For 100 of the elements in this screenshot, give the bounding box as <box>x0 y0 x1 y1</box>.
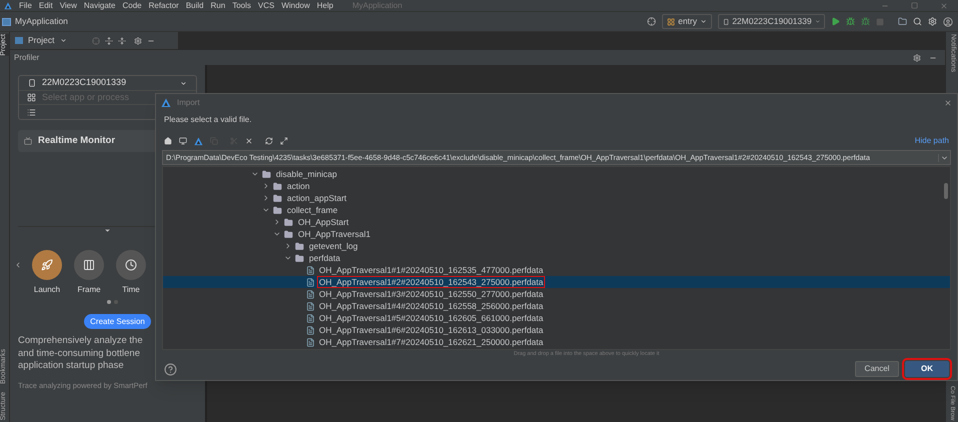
file-icon <box>306 278 315 286</box>
menu-item[interactable]: Build <box>186 2 204 10</box>
help-icon[interactable] <box>164 362 177 376</box>
file-icon <box>306 314 315 322</box>
expanded-icon[interactable] <box>284 254 292 262</box>
ok-button[interactable]: OK <box>905 361 949 377</box>
refresh-icon[interactable] <box>265 137 273 145</box>
dialog-message: Please select a valid file. <box>163 114 253 126</box>
previous-icon[interactable] <box>14 260 22 270</box>
folder-icon <box>284 230 293 238</box>
tree-item-label: OH_AppTraversal1#2#20240510_162543_275000.perfdata <box>317 276 546 288</box>
menu-item[interactable]: Help <box>316 2 334 10</box>
tree-item-label: OH_AppTraversal1#7#20240510_162621_250000.perfdata <box>318 336 544 348</box>
breadcrumb[interactable]: MyApplication <box>15 15 68 28</box>
desktop-icon[interactable] <box>179 137 187 145</box>
menu-item[interactable]: Tools <box>232 2 251 10</box>
tree-item-label: OH_AppTraversal1#6#20240510_162613_033000.perfdata <box>318 324 544 336</box>
menu-item[interactable]: Window <box>281 2 310 10</box>
search-icon[interactable] <box>913 17 922 26</box>
folder-icon <box>295 254 304 262</box>
tree-item-label: collect_frame <box>286 204 339 216</box>
tree-row[interactable]: disable_minicap <box>163 168 950 180</box>
description-text: Comprehensively analyze the <box>18 335 143 348</box>
file-icon <box>306 290 315 298</box>
list-icon[interactable] <box>27 108 36 116</box>
menu-item[interactable]: Run <box>210 2 226 10</box>
collapse-all-icon[interactable] <box>118 36 126 44</box>
expanded-icon[interactable] <box>273 230 281 238</box>
apps-icon <box>27 93 36 102</box>
panel-title: Profiler <box>14 52 40 64</box>
tree-row[interactable]: OH_AppStart <box>163 216 950 228</box>
expanded-icon[interactable] <box>262 206 270 214</box>
tree-row[interactable]: OH_AppTraversal1#4#20240510_162558_256000.perfdata <box>163 300 950 312</box>
tree-item-label: OH_AppStart <box>297 216 350 228</box>
folder-icon[interactable] <box>898 17 907 26</box>
delete-icon[interactable] <box>245 137 253 145</box>
description-text: and time-consuming bottlene <box>18 348 140 360</box>
collapsed-icon[interactable] <box>262 182 270 190</box>
menu-item[interactable]: Navigate <box>84 2 116 10</box>
app-logo-icon <box>4 2 12 10</box>
tree-item-label: OH_AppTraversal1#5#20240510_162605_661000.perfdata <box>318 312 544 324</box>
caret-icon <box>814 18 820 25</box>
device-dropdown[interactable]: 22M0223C19001339 <box>718 14 825 29</box>
phone-icon <box>723 18 730 26</box>
project-logo-icon <box>194 136 203 146</box>
folder-icon <box>284 218 293 226</box>
tree-row[interactable]: perfdata <box>163 252 950 264</box>
project-view-dropdown[interactable]: Project <box>28 34 68 47</box>
device-dropdown[interactable]: 22M0223C19001339 <box>19 76 196 91</box>
debug-icon[interactable] <box>846 17 855 26</box>
close-icon[interactable] <box>940 2 948 10</box>
file-icon <box>306 326 315 334</box>
tree-item-label: OH_AppTraversal1#4#20240510_162558_256000.perfdata <box>318 300 544 312</box>
close-icon[interactable] <box>944 98 952 106</box>
menu-item[interactable]: Code <box>122 2 142 10</box>
tree-row[interactable]: OH_AppTraversal1#3#20240510_162550_277000.perfdata <box>163 288 950 300</box>
tree-item-label: OH_AppTraversal1#1#20240510_162535_477000.perfdata <box>318 264 544 276</box>
tree-row[interactable]: OH_AppTraversal1#7#20240510_162621_250000.perfdata <box>163 336 950 348</box>
description-text: application startup phase <box>18 360 124 372</box>
settings-icon[interactable] <box>134 36 142 44</box>
clock-icon <box>125 259 137 271</box>
folder-icon <box>273 206 282 214</box>
menu-item[interactable]: View <box>60 2 77 10</box>
tree-item-label: disable_minicap <box>275 168 338 180</box>
expand-all-icon[interactable] <box>105 36 114 44</box>
tree-row[interactable]: OH_AppTraversal1 <box>163 228 950 240</box>
tree-row[interactable]: getevent_log <box>163 240 950 252</box>
collapsed-icon[interactable] <box>284 242 292 250</box>
caret-icon <box>60 37 68 44</box>
collapsed-icon[interactable] <box>262 194 270 202</box>
menu-item[interactable]: Edit <box>38 2 53 10</box>
tree-row[interactable]: collect_frame <box>163 204 950 216</box>
attach-debugger-icon[interactable] <box>861 17 870 26</box>
account-icon[interactable] <box>943 16 953 26</box>
create-session-button[interactable]: Create Session <box>84 314 151 329</box>
scrollbar[interactable] <box>944 183 948 199</box>
tree-row[interactable]: action_appStart <box>163 192 950 204</box>
cancel-button[interactable]: Cancel <box>855 361 899 377</box>
settings-icon[interactable] <box>928 17 937 26</box>
collapsed-icon[interactable] <box>273 218 281 226</box>
menu-item[interactable]: Refactor <box>148 2 179 10</box>
run-icon[interactable] <box>831 17 840 26</box>
run-config-dropdown[interactable]: entry <box>662 14 712 29</box>
menu-item[interactable]: File <box>19 2 32 10</box>
menu-item[interactable]: VCS <box>258 2 274 10</box>
folder-icon <box>295 242 304 250</box>
tree-item-label: perfdata <box>308 252 342 264</box>
target-icon[interactable] <box>647 17 656 26</box>
expanded-icon[interactable] <box>251 170 259 178</box>
tree-row[interactable]: OH_AppTraversal1#1#20240510_162535_477000.perfdata <box>163 264 950 276</box>
home-icon[interactable] <box>164 137 172 145</box>
tree-row[interactable]: OH_AppTraversal1#6#20240510_162613_033000.perfdata <box>163 324 950 336</box>
hide-path-link[interactable]: Hide path <box>914 135 949 147</box>
expand-icon[interactable] <box>104 227 111 234</box>
tree-row[interactable]: OH_AppTraversal1#5#20240510_162605_661000.perfdata <box>163 312 950 324</box>
folder-icon <box>262 170 271 178</box>
settings-icon[interactable] <box>913 54 921 62</box>
tree-row[interactable]: action <box>163 180 950 192</box>
tree-item-label: getevent_log <box>308 240 359 252</box>
tree-row[interactable]: OH_AppTraversal1#2#20240510_162543_275000.perfdata <box>163 276 950 288</box>
